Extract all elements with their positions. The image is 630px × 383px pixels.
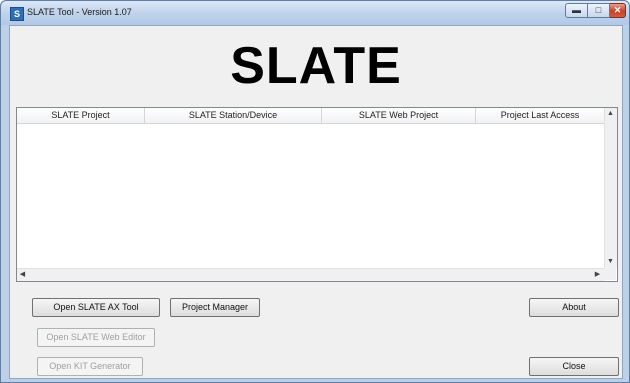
app-icon: S — [10, 7, 24, 21]
column-header-web-project[interactable]: SLATE Web Project — [322, 108, 476, 123]
column-header-slate-project[interactable]: SLATE Project — [17, 108, 145, 123]
vertical-scrollbar[interactable]: ▲ ▼ — [604, 108, 617, 268]
open-web-editor-button[interactable]: Open SLATE Web Editor — [37, 328, 155, 347]
slate-logo: SLATE — [230, 37, 402, 95]
main-panel: SLATE SLATE Project SLATE Station/Device… — [9, 25, 623, 379]
close-window-button[interactable]: ✕ — [610, 3, 626, 18]
close-button[interactable]: Close — [529, 357, 619, 376]
scroll-right-icon[interactable]: ▶ — [592, 269, 603, 280]
minimize-button[interactable]: ▬ — [565, 3, 588, 18]
maximize-button[interactable]: □ — [588, 3, 610, 18]
scroll-down-icon[interactable]: ▼ — [605, 256, 616, 267]
title-bar[interactable]: S SLATE Tool - Version 1.07 ▬ □ ✕ — [1, 1, 629, 25]
table-header: SLATE Project SLATE Station/Device SLATE… — [17, 108, 604, 124]
about-button[interactable]: About — [529, 298, 619, 317]
open-ax-tool-button[interactable]: Open SLATE AX Tool — [32, 298, 160, 317]
scroll-up-icon[interactable]: ▲ — [605, 108, 616, 119]
horizontal-scrollbar[interactable]: ◀ ▶ — [17, 268, 604, 281]
column-header-last-access[interactable]: Project Last Access — [476, 108, 604, 123]
window-title: SLATE Tool - Version 1.07 — [27, 7, 132, 17]
slate-tool-window: S SLATE Tool - Version 1.07 ▬ □ ✕ SLATE … — [0, 0, 630, 383]
scroll-left-icon[interactable]: ◀ — [17, 269, 28, 280]
projects-table[interactable]: SLATE Project SLATE Station/Device SLATE… — [16, 107, 618, 282]
project-manager-button[interactable]: Project Manager — [170, 298, 260, 317]
scrollbar-corner — [604, 268, 616, 280]
open-kit-generator-button[interactable]: Open KIT Generator — [37, 357, 143, 376]
column-header-station-device[interactable]: SLATE Station/Device — [145, 108, 322, 123]
